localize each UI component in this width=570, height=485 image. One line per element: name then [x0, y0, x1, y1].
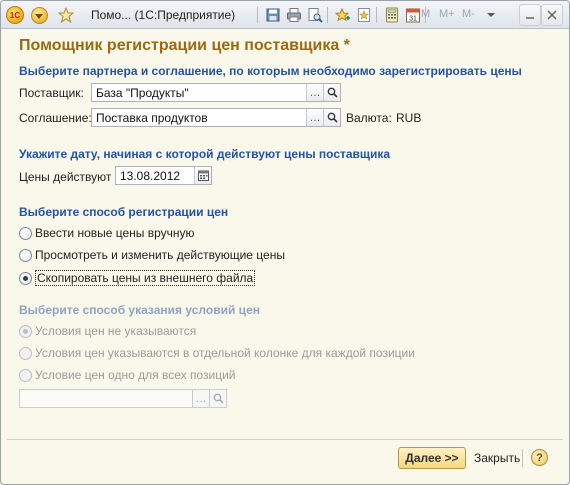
agreement-select-button[interactable]: … [306, 109, 323, 126]
radio-button[interactable] [19, 346, 32, 360]
title-bar: 1С Помо... (1С:Предприятие) 31 M M+ M- [1, 1, 569, 29]
method-option-label: Просмотреть и изменить действующие цены [35, 248, 285, 262]
supplier-select-button[interactable]: … [306, 84, 323, 101]
method-option-label: Ввести новые цены вручную [35, 226, 195, 240]
add-to-favorites-icon[interactable] [333, 5, 353, 25]
method-option-manual[interactable]: Ввести новые цены вручную [19, 226, 195, 240]
condition-option-none[interactable]: Условия цен не указываются [19, 324, 196, 338]
supplier-field[interactable]: База "Продукты" … [91, 83, 341, 102]
form-title: Помощник регистрации цен поставщика * [19, 37, 350, 54]
section-conditions-heading: Выберите способ указания условий цен [19, 303, 260, 317]
print-icon[interactable] [284, 5, 304, 25]
memory-subtract-button[interactable]: M- [462, 8, 475, 20]
section-date-heading: Укажите дату, начиная с которой действую… [19, 147, 391, 161]
favorites-star-icon[interactable] [56, 5, 76, 25]
close-button[interactable]: Закрыть [474, 451, 520, 465]
footer-divider [7, 439, 563, 440]
save-icon[interactable] [263, 5, 283, 25]
currency-value: RUB [396, 111, 422, 125]
footer-separator [522, 449, 523, 467]
condition-option-label: Условия цен указываются в отдельной коло… [35, 346, 415, 360]
section-partner-heading: Выберите партнера и соглашение, по котор… [19, 64, 522, 78]
agreement-label: Соглашение: [19, 111, 92, 125]
radio-button-selected[interactable] [19, 324, 32, 338]
date-field[interactable]: 13.08.2012 [115, 166, 212, 185]
date-label: Цены действуют с: [19, 170, 125, 184]
close-window-button[interactable] [541, 4, 563, 26]
condition-option-per-row[interactable]: Условия цен указываются в отдельной коло… [19, 346, 415, 360]
bookmark-link-icon[interactable] [354, 5, 374, 25]
date-value: 13.08.2012 [120, 168, 181, 183]
print-preview-icon[interactable] [305, 5, 325, 25]
main-menu-dropdown-icon[interactable] [29, 5, 49, 25]
agreement-field[interactable]: Поставка продуктов … [91, 108, 341, 127]
agreement-value: Поставка продуктов [96, 110, 208, 125]
window-title: Помо... (1С:Предприятие) [91, 8, 236, 22]
condition-select-button[interactable]: … [192, 390, 209, 407]
radio-button[interactable] [19, 248, 32, 262]
supplier-value: База "Продукты" [96, 85, 189, 100]
section-method-heading: Выберите способ регистрации цен [19, 205, 229, 219]
memory-add-button[interactable]: M+ [439, 8, 455, 20]
calendar-icon[interactable]: 31 [403, 5, 423, 25]
currency-label: Валюта: [346, 111, 392, 125]
assistant-window: 1С Помо... (1С:Предприятие) 31 M M+ M- П… [0, 0, 570, 485]
condition-field[interactable]: … [19, 389, 227, 408]
minimize-button[interactable] [519, 4, 541, 26]
supplier-label: Поставщик: [19, 86, 84, 100]
logo-text: 1С [6, 6, 24, 24]
memory-store-button[interactable]: M [421, 8, 430, 20]
calendar-picker-icon[interactable] [194, 167, 211, 184]
supplier-search-icon[interactable] [323, 84, 340, 101]
radio-button-selected[interactable] [19, 271, 32, 285]
radio-button[interactable] [19, 368, 32, 382]
method-option-label: Скопировать цены из внешнего файла [35, 270, 256, 286]
next-button[interactable]: Далее >> [398, 447, 466, 469]
condition-search-icon[interactable] [209, 390, 226, 407]
radio-button[interactable] [19, 226, 32, 240]
help-icon[interactable]: ? [531, 449, 548, 466]
form-content: Помощник регистрации цен поставщика * Вы… [1, 30, 569, 440]
svg-text:31: 31 [409, 16, 417, 23]
app-logo-icon[interactable]: 1С [5, 5, 25, 25]
condition-option-label: Условие цен одно для всех позиций [35, 368, 236, 382]
calculator-icon[interactable] [382, 5, 402, 25]
method-option-edit-current[interactable]: Просмотреть и изменить действующие цены [19, 248, 285, 262]
agreement-search-icon[interactable] [323, 109, 340, 126]
condition-option-label: Условия цен не указываются [35, 324, 197, 338]
method-option-copy-file[interactable]: Скопировать цены из внешнего файла [19, 270, 256, 286]
condition-option-single[interactable]: Условие цен одно для всех позиций [19, 368, 235, 382]
toolbar-dropdown-icon[interactable] [481, 5, 501, 25]
